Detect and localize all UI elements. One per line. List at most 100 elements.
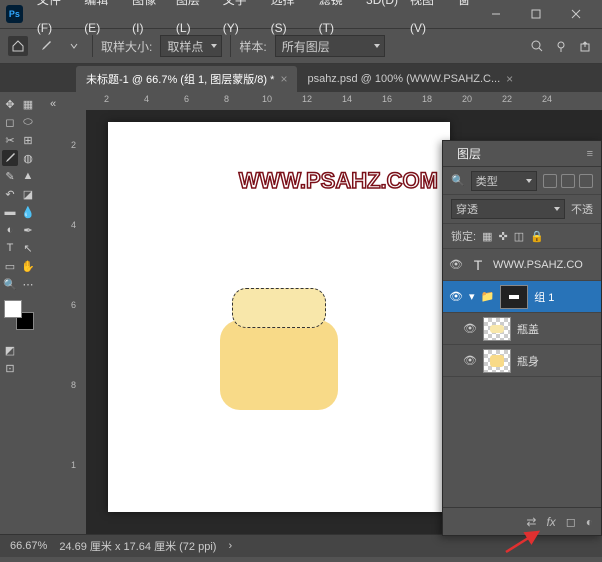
marquee-tool[interactable]: ◻ [2,114,18,130]
horizontal-ruler[interactable]: 24681012141618202224 [86,92,602,110]
filter-pixel-icon[interactable] [543,174,557,188]
toolbox: ✥▦ ◻⬭ ✂⊞ ◍ ✎▲ ↶◪ ▬💧 ◐✒ T↖ ▭✋ 🔍⋯ ◩ ⊡ [0,92,38,534]
layer-mask-icon[interactable]: ◻ [566,515,576,529]
zoom-tool[interactable]: 🔍 [2,276,18,292]
zoom-level[interactable]: 66.67% [10,540,47,552]
foreground-color[interactable] [4,300,22,318]
layer-name[interactable]: WWW.PSAHZ.CO [493,259,583,271]
sample-size-select[interactable]: 取样点 [160,35,222,57]
watermark-text: WWW.PSAHZ.COM [239,168,438,194]
panel-menu-icon[interactable]: ≡ [587,148,593,160]
tab-document-1[interactable]: 未标题-1 @ 66.7% (组 1, 图层蒙版/8) *× [76,66,297,92]
search-icon[interactable]: 🔍 [451,174,465,187]
menu-edit[interactable]: 编辑(E) [78,0,126,42]
lock-artboard-icon[interactable]: ◫ [514,230,524,243]
move-tool[interactable]: ✥ [2,96,18,112]
gradient-tool[interactable]: ▬ [2,204,18,220]
adjustment-layer-icon[interactable]: ◐ [586,515,593,529]
hand-tool[interactable]: ✋ [20,258,36,274]
frame-tool[interactable]: ⊞ [20,132,36,148]
path-tool[interactable]: ↖ [20,240,36,256]
document-dimensions[interactable]: 24.69 厘米 x 17.64 厘米 (72 ppi) [59,538,216,554]
filter-text-icon[interactable] [579,174,593,188]
chevron-down-icon[interactable] [64,36,84,56]
pin-icon[interactable] [552,37,570,55]
crop-tool[interactable]: ✂ [2,132,18,148]
vertical-ruler[interactable]: 24681 [68,110,86,534]
expand-panels-icon[interactable]: « [45,96,61,112]
eyedropper-tool-icon[interactable] [36,36,56,56]
type-tool[interactable]: T [2,240,18,256]
menu-bar: 文件(F) 编辑(E) 图像(I) 图层(L) 文字(Y) 选择(S) 滤镜(T… [31,0,476,42]
quickmask-tool[interactable]: ◩ [2,342,18,358]
dodge-tool[interactable]: ◐ [2,222,18,238]
ruler-origin[interactable] [68,92,86,110]
lock-image-icon[interactable]: ▦ [482,230,492,243]
close-tab-icon[interactable]: × [280,72,287,86]
sample-select[interactable]: 所有图层 [275,35,385,57]
layer-name[interactable]: 瓶盖 [517,321,539,337]
layer-name[interactable]: 瓶身 [517,353,539,369]
layers-tab[interactable]: 图层 [451,141,487,166]
filter-adjust-icon[interactable] [561,174,575,188]
layer-lid[interactable]: 👁 瓶盖 [443,313,601,345]
divider [92,35,93,57]
layer-style-icon[interactable]: fx [546,515,555,529]
text-layer-icon: T [469,257,487,273]
history-brush-tool[interactable]: ↶ [2,186,18,202]
maximize-button[interactable] [516,0,556,28]
search-icon[interactable] [528,37,546,55]
sample-size-label: 取样大小: [101,38,152,55]
layer-thumbnail[interactable] [483,317,511,341]
visibility-icon[interactable]: 👁 [449,258,463,272]
pen-tool[interactable]: ✒ [20,222,36,238]
status-bar: 66.67% 24.69 厘米 x 17.64 厘米 (72 ppi) › [0,534,602,557]
menu-type[interactable]: 文字(Y) [217,0,265,42]
folder-icon: 📁 [481,290,495,303]
visibility-icon[interactable]: 👁 [463,322,477,336]
layer-name[interactable]: 组 1 [534,289,554,305]
status-chevron-icon[interactable]: › [228,540,232,552]
layer-text[interactable]: 👁 T WWW.PSAHZ.CO [443,249,601,281]
canvas[interactable]: WWW.PSAHZ.COM [108,122,450,512]
layer-group-1[interactable]: 👁 ▾ 📁 组 1 [443,281,601,313]
layers-panel: 图层 ≡ 🔍 类型 穿透 不透 锁定: ▦ ✜ ◫ 🔒 👁 T WWW.PSAH… [442,140,602,536]
home-icon[interactable] [8,36,28,56]
document-tabs: 未标题-1 @ 66.7% (组 1, 图层蒙版/8) *× psahz.psd… [0,64,602,92]
folder-expand-icon[interactable]: ▾ [469,290,475,303]
link-layers-icon[interactable]: ⇄ [526,515,536,529]
layer-thumbnail[interactable] [483,349,511,373]
screenmode-tool[interactable]: ⊡ [2,360,18,376]
share-icon[interactable] [576,37,594,55]
layer-body[interactable]: 👁 瓶身 [443,345,601,377]
eraser-tool[interactable]: ◪ [20,186,36,202]
close-button[interactable] [556,0,596,28]
color-swatches[interactable] [4,300,34,330]
brush-tool[interactable]: ✎ [2,168,18,184]
tab-document-2[interactable]: psahz.psd @ 100% (WWW.PSAHZ.C...× [297,66,523,92]
lock-all-icon[interactable]: 🔒 [530,230,544,243]
menu-window[interactable]: 窗 [452,0,476,42]
panel-tabs: 图层 ≡ [443,141,601,167]
visibility-icon[interactable]: 👁 [449,290,463,304]
lasso-tool[interactable]: ⬭ [20,114,36,130]
shape-tool[interactable]: ▭ [2,258,18,274]
patch-tool[interactable]: ◍ [20,150,36,166]
filter-type-select[interactable]: 类型 [471,171,537,191]
visibility-icon[interactable]: 👁 [463,354,477,368]
blur-tool[interactable]: 💧 [20,204,36,220]
edit-toolbar[interactable]: ⋯ [20,276,36,292]
lock-label: 锁定: [451,228,476,244]
eyedropper-tool[interactable] [2,150,18,166]
menu-view[interactable]: 视图(V) [404,0,452,42]
minimize-button[interactable] [476,0,516,28]
stamp-tool[interactable]: ▲ [20,168,36,184]
blend-mode-select[interactable]: 穿透 [451,199,565,219]
window-controls [476,0,596,28]
lock-position-icon[interactable]: ✜ [498,230,507,243]
lock-row: 锁定: ▦ ✜ ◫ 🔒 [443,224,601,249]
artboard-tool[interactable]: ▦ [20,96,36,112]
filter-icons [543,174,593,188]
mask-thumbnail[interactable] [500,285,528,309]
close-tab-icon[interactable]: × [506,72,513,86]
